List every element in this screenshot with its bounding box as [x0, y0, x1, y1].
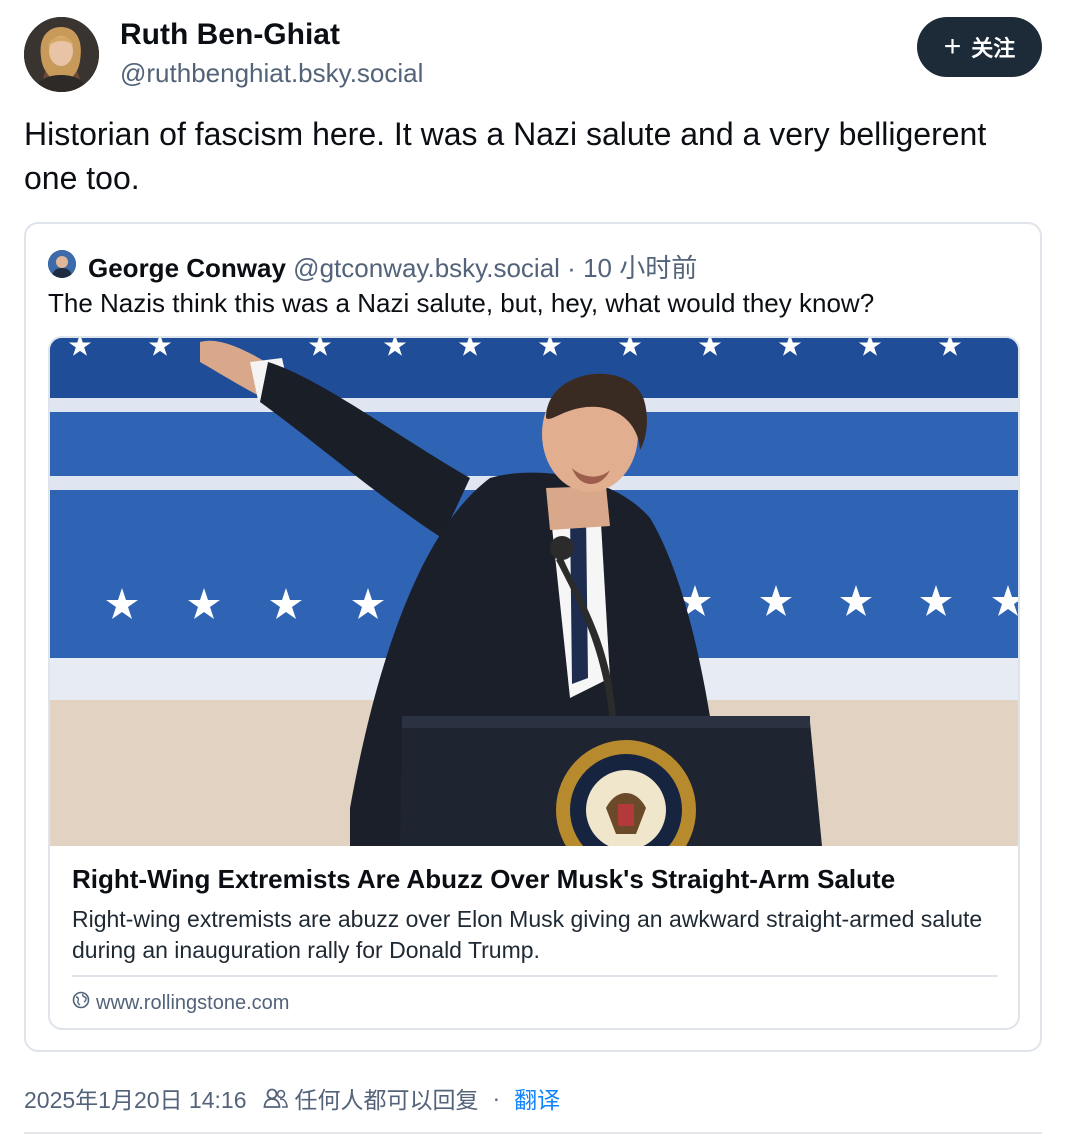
author-name[interactable]: Ruth Ben-Ghiat	[120, 18, 340, 52]
follow-button[interactable]: + 关注	[917, 17, 1042, 77]
author-handle[interactable]: @ruthbenghiat.bsky.social	[120, 58, 423, 89]
globe-icon	[72, 991, 90, 1015]
translate-link[interactable]: 翻译	[514, 1081, 560, 1115]
link-card-image	[50, 338, 1018, 846]
quoted-post-time: 10 小时前	[583, 253, 698, 283]
quoted-post-text: The Nazis think this was a Nazi salute, …	[48, 288, 875, 318]
quoted-post[interactable]: George Conway @gtconway.bsky.social · 10…	[24, 222, 1042, 1052]
quoted-post-meta: George Conway @gtconway.bsky.social · 10…	[88, 248, 697, 285]
quoted-author-handle[interactable]: @gtconway.bsky.social	[293, 253, 560, 283]
bottom-divider	[24, 1132, 1042, 1134]
link-card-domain: www.rollingstone.com	[72, 991, 289, 1015]
link-card-title: Right-Wing Extremists Are Abuzz Over Mus…	[72, 864, 896, 894]
post-text: Historian of fascism here. It was a Nazi…	[24, 116, 987, 196]
quoted-author-name[interactable]: George Conway	[88, 253, 286, 283]
follow-button-label: 关注	[971, 36, 1016, 61]
meta-separator: ·	[567, 253, 576, 283]
footer-separator: ·	[492, 1084, 501, 1111]
link-card[interactable]: Right-Wing Extremists Are Abuzz Over Mus…	[48, 336, 1020, 1030]
plus-icon: +	[943, 30, 962, 63]
link-card-divider	[72, 975, 998, 977]
post-footer: 2025年1月20日 14:16 任何人都可以回复 · 翻译	[24, 1081, 560, 1115]
people-icon	[263, 1087, 289, 1109]
link-card-domain-text: www.rollingstone.com	[96, 991, 290, 1014]
quoted-author-avatar[interactable]	[48, 250, 76, 278]
post: Ruth Ben-Ghiat @ruthbenghiat.bsky.social…	[0, 0, 1080, 1145]
reply-setting[interactable]: 任何人都可以回复	[295, 1081, 479, 1115]
link-card-description: Right-wing extremists are abuzz over Elo…	[72, 906, 983, 963]
post-timestamp: 2025年1月20日 14:16	[24, 1087, 247, 1113]
author-avatar[interactable]	[24, 17, 99, 92]
